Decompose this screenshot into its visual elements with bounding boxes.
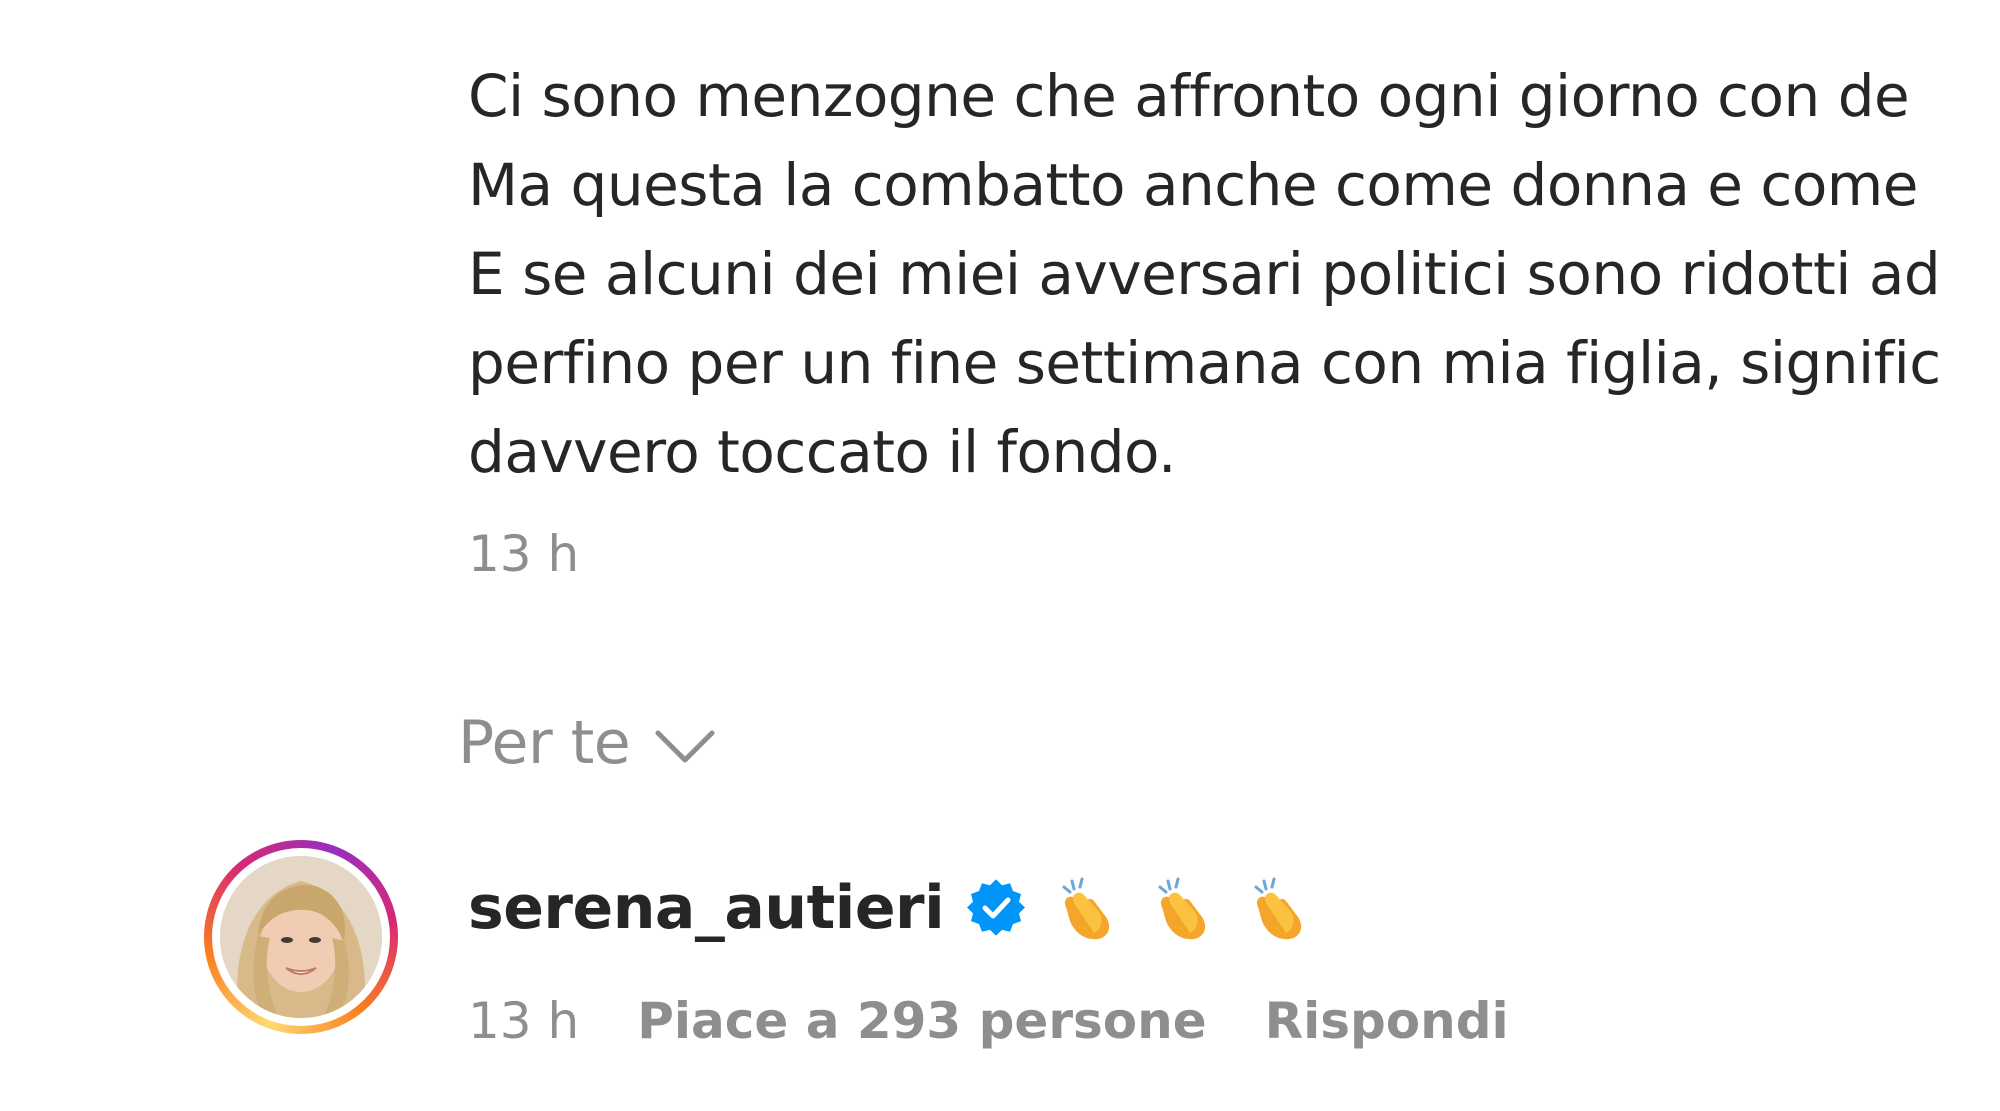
comment-likes-link[interactable]: Piace a 293 persone: [637, 992, 1206, 1050]
comment-timestamp: 13 h: [468, 992, 580, 1050]
clapping-hands-icon: [1158, 877, 1206, 940]
avatar[interactable]: [204, 840, 398, 1034]
avatar-photo: [220, 856, 382, 1018]
clapping-hands-icon: [1062, 877, 1110, 940]
post-caption: Ci sono menzogne che affronto ogni giorn…: [468, 52, 2000, 497]
comment-sort-dropdown[interactable]: Per te: [458, 708, 716, 778]
caption-line-4: perfino per un fine settimana con mia fi…: [468, 329, 1941, 397]
caption-line-5: davvero toccato il fondo.: [468, 418, 1176, 486]
comment-meta: 13 h Piace a 293 persone Rispondi: [468, 992, 1509, 1050]
verified-badge-icon: [967, 879, 1026, 936]
chevron-down-icon: [655, 730, 715, 763]
post-timestamp: 13 h: [468, 525, 580, 583]
caption-line-2: Ma questa la combatto anche come donna e…: [468, 151, 1919, 219]
comment-header: serena_autieri: [468, 868, 1314, 948]
caption-line-3: E se alcuni dei miei avversari politici …: [468, 240, 1941, 308]
clapping-hands-icon: [1254, 877, 1302, 940]
reply-button[interactable]: Rispondi: [1265, 992, 1509, 1050]
comment-emojis: [1052, 873, 1314, 943]
caption-line-1: Ci sono menzogne che affronto ogni giorn…: [468, 62, 1910, 130]
sort-label: Per te: [458, 708, 631, 778]
comment-username[interactable]: serena_autieri: [468, 873, 945, 943]
